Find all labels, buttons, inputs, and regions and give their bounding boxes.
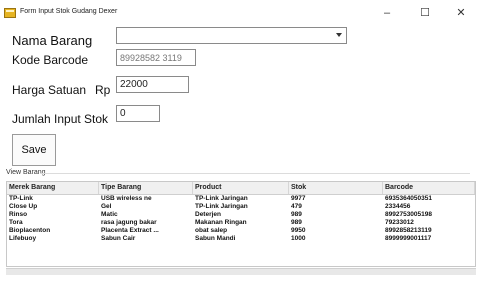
nama-barang-label: Nama Barang xyxy=(12,33,93,48)
table-row[interactable]: TP-Link USB wireless ne TP-Link Jaringan… xyxy=(7,195,475,203)
table-row[interactable]: Lifebuoy Sabun Cair Sabun Mandi 1000 899… xyxy=(7,235,475,243)
horizontal-scrollbar[interactable] xyxy=(6,268,476,275)
cell-tipe: Matic xyxy=(101,211,118,218)
table-row[interactable]: Bioplacenton Placenta Extract ... obat s… xyxy=(7,227,475,235)
cell-barcode: 8999999001117 xyxy=(385,235,432,242)
harga-currency-label: Rp xyxy=(95,83,111,97)
cell-tipe: Placenta Extract ... xyxy=(101,227,159,234)
cell-merek: Rinso xyxy=(9,211,28,218)
chevron-down-icon[interactable] xyxy=(336,33,342,37)
cell-stok: 989 xyxy=(291,211,302,218)
window-title: Form Input Stok Gudang Dexer xyxy=(20,8,118,15)
table-row[interactable]: Rinso Matic Deterjen 989 8992753005198 xyxy=(7,211,475,219)
jumlah-input-stok-label: Jumlah Input Stok xyxy=(12,112,109,126)
kode-barcode-label: Kode Barcode xyxy=(12,53,89,67)
cell-tipe: rasa jagung bakar xyxy=(101,219,157,226)
cell-tipe: Gel xyxy=(101,203,112,210)
cell-barcode: 2334456 xyxy=(385,203,411,210)
table-row[interactable]: Close Up Gel TP-Link Jaringan 479 233445… xyxy=(7,203,475,211)
harga-satuan-label: Harga Satuan xyxy=(12,83,87,97)
column-header-barcode[interactable]: Barcode xyxy=(383,182,475,194)
cell-tipe: Sabun Cair xyxy=(101,235,136,242)
cell-barcode: 8992753005198 xyxy=(385,211,432,218)
cell-product: Makanan Ringan xyxy=(195,219,247,226)
app-icon xyxy=(4,8,16,18)
cell-stok: 9950 xyxy=(291,227,306,234)
cell-barcode: 79233012 xyxy=(385,219,414,226)
cell-merek: Bioplacenton xyxy=(9,227,51,234)
cell-stok: 9977 xyxy=(291,195,306,202)
cell-merek: Close Up xyxy=(9,203,38,210)
nama-barang-select[interactable] xyxy=(116,27,347,44)
cell-merek: TP-Link xyxy=(9,195,33,202)
cell-product: Deterjen xyxy=(195,211,222,218)
cell-tipe: USB wireless ne xyxy=(101,195,152,202)
cell-product: obat salep xyxy=(195,227,228,234)
save-button[interactable]: Save xyxy=(12,134,56,166)
cell-barcode: 6935364050351 xyxy=(385,195,432,202)
title-bar: Form Input Stok Gudang Dexer – ☐ ✕ xyxy=(0,0,477,26)
harga-satuan-field[interactable]: 22000 xyxy=(116,76,189,93)
table-row[interactable]: Tora rasa jagung bakar Makanan Ringan 98… xyxy=(7,219,475,227)
column-header-stok[interactable]: Stok xyxy=(289,182,383,194)
barang-table[interactable]: Merek Barang Tipe Barang Product Stok Ba… xyxy=(6,181,476,267)
table-header: Merek Barang Tipe Barang Product Stok Ba… xyxy=(7,182,475,195)
cell-product: TP-Link Jaringan xyxy=(195,195,248,202)
section-divider xyxy=(40,173,470,174)
cell-stok: 1000 xyxy=(291,235,306,242)
kode-barcode-field[interactable]: 89928582 3119 xyxy=(116,49,196,66)
close-button[interactable]: ✕ xyxy=(446,4,476,22)
cell-merek: Lifebuoy xyxy=(9,235,37,242)
minimize-button[interactable]: – xyxy=(372,4,402,22)
cell-product: Sabun Mandi xyxy=(195,235,236,242)
cell-stok: 479 xyxy=(291,203,302,210)
cell-product: TP-Link Jaringan xyxy=(195,203,248,210)
jumlah-input-stok-field[interactable]: 0 xyxy=(116,105,160,122)
column-header-merek[interactable]: Merek Barang xyxy=(7,182,99,194)
maximize-button[interactable]: ☐ xyxy=(410,4,440,22)
cell-merek: Tora xyxy=(9,219,23,226)
column-header-product[interactable]: Product xyxy=(193,182,289,194)
cell-stok: 989 xyxy=(291,219,302,226)
cell-barcode: 8992858213119 xyxy=(385,227,432,234)
column-header-tipe[interactable]: Tipe Barang xyxy=(99,182,193,194)
